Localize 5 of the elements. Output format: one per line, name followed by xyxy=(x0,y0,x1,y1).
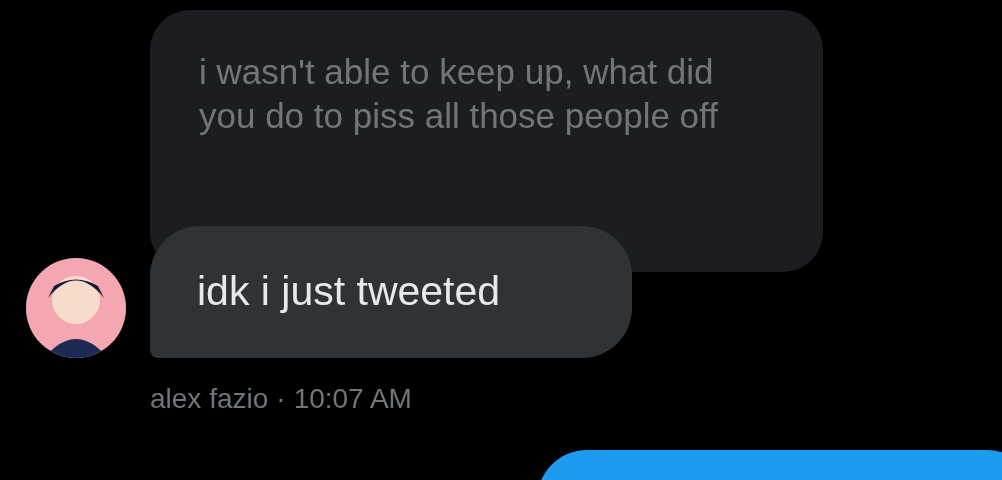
replied-message-text: i wasn't able to keep up, what did you do to piss all those people off xyxy=(199,51,719,137)
message-text: idk i just tweeted xyxy=(197,267,501,317)
author-name: alex fazio xyxy=(150,382,269,416)
message-time: 10:07 AM xyxy=(293,382,412,416)
separator: · xyxy=(276,382,286,416)
